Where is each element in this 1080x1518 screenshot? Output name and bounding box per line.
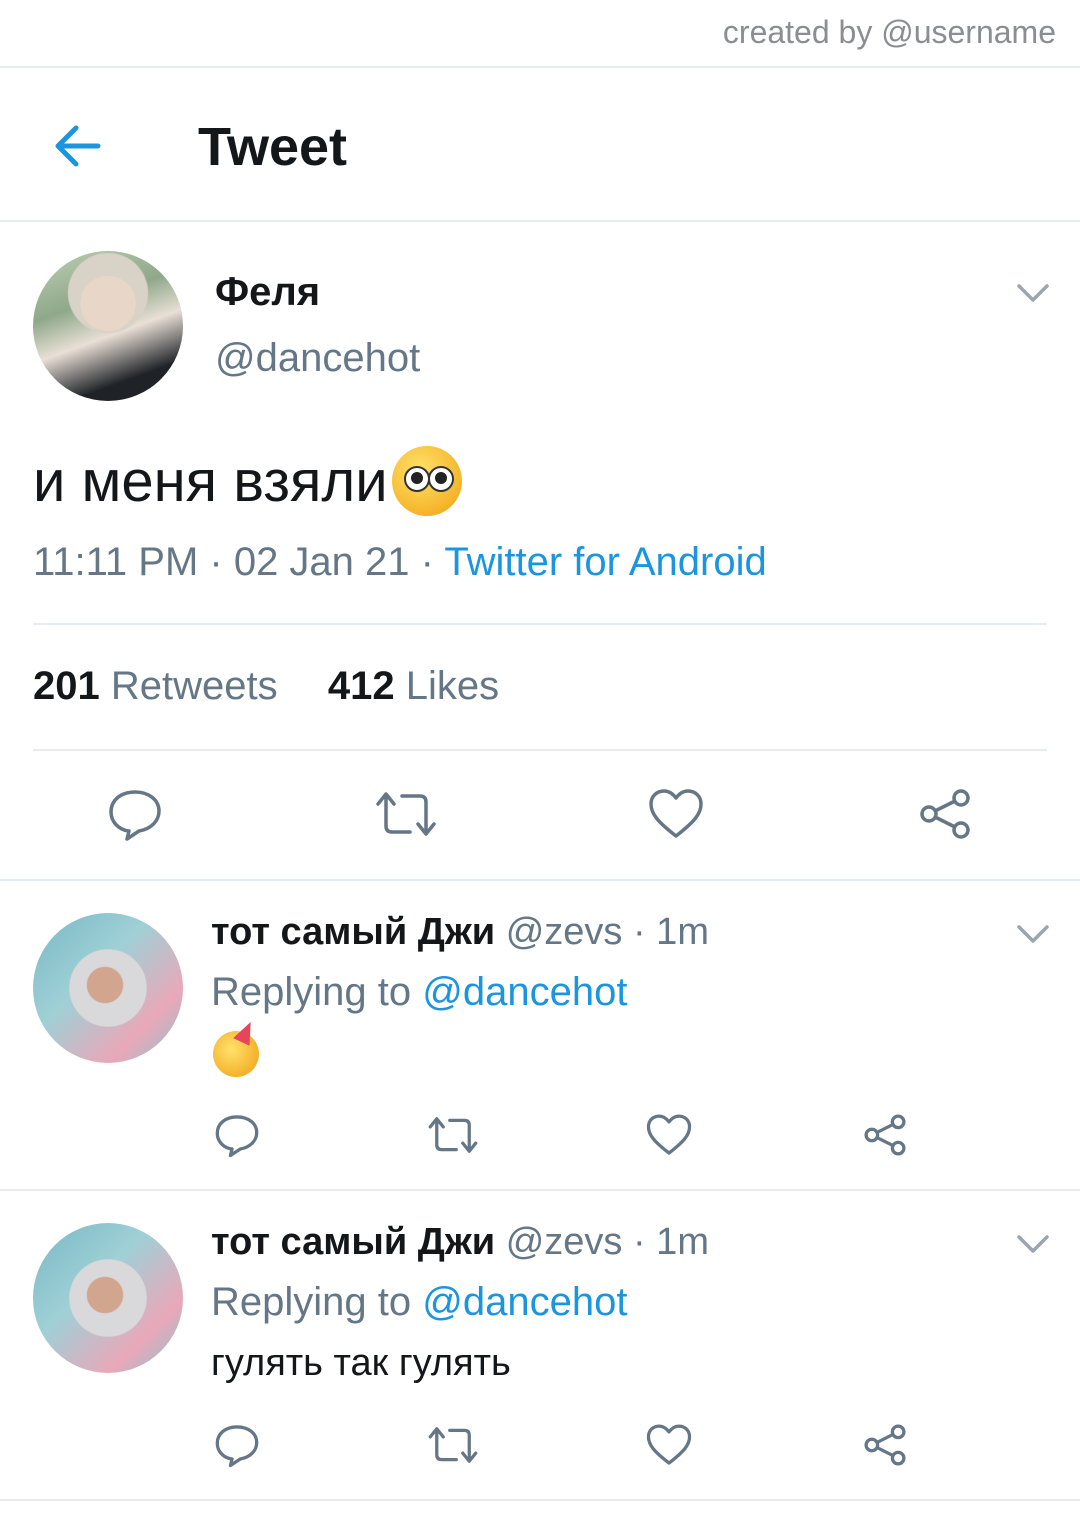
like-button[interactable] <box>646 1422 692 1468</box>
retweet-icon <box>428 1427 478 1463</box>
tweet-source-link[interactable]: Twitter for Android <box>444 540 766 584</box>
retweet-button[interactable] <box>374 786 436 842</box>
retweet-icon <box>428 1117 478 1153</box>
replying-to: Replying to @dancehot <box>211 1280 627 1325</box>
reply-author-name[interactable]: тот самый Джи <box>211 911 495 953</box>
reply-icon <box>215 1115 259 1158</box>
pleading-face-icon <box>391 446 462 516</box>
share-icon <box>864 1114 906 1156</box>
like-button[interactable] <box>648 786 704 842</box>
heart-icon <box>646 1424 692 1465</box>
avatar[interactable] <box>33 1223 183 1373</box>
chevron-down-icon <box>1017 1235 1049 1253</box>
share-button[interactable] <box>862 1112 908 1158</box>
replying-to-link[interactable]: @dancehot <box>422 1280 627 1324</box>
reply-button[interactable] <box>214 1112 260 1158</box>
replying-label: Replying to <box>211 1280 423 1324</box>
share-icon <box>864 1424 906 1466</box>
reply-menu-button[interactable] <box>1015 922 1051 946</box>
like-button[interactable] <box>646 1112 692 1158</box>
reply-text: гулять так гулять <box>211 1342 511 1384</box>
heart-icon <box>646 1114 692 1155</box>
retweet-button[interactable] <box>427 1112 478 1158</box>
reply-icon <box>215 1425 259 1468</box>
tweet-menu-button[interactable] <box>1015 281 1051 305</box>
reply-menu-button[interactable] <box>1015 1232 1051 1256</box>
replying-label: Replying to <box>211 970 423 1014</box>
divider <box>0 879 1080 881</box>
tweet-stats: 201 Retweets 412 Likes <box>33 664 499 709</box>
back-arrow-icon <box>55 125 101 167</box>
tweet-text: и меня взяли <box>33 446 462 516</box>
share-button[interactable] <box>862 1422 908 1468</box>
reply-header: тот самый Джи @zevs · 1m <box>211 1221 709 1264</box>
back-button[interactable] <box>50 118 106 174</box>
divider <box>0 220 1080 222</box>
likes-count: 412 <box>327 664 395 708</box>
avatar[interactable] <box>33 913 183 1063</box>
tweet-timestamp: 11:11 PM · 02 Jan 21 · <box>33 540 445 584</box>
retweet-button[interactable] <box>427 1422 478 1468</box>
author-handle[interactable]: @dancehot <box>215 336 420 381</box>
replying-to: Replying to @dancehot <box>211 970 627 1015</box>
divider <box>0 66 1080 68</box>
likes-stat[interactable]: 412 Likes <box>328 664 499 708</box>
divider <box>33 749 1047 751</box>
avatar[interactable] <box>33 251 183 401</box>
chevron-down-icon <box>1017 925 1049 943</box>
likes-label: Likes <box>405 664 500 708</box>
retweet-icon <box>376 792 436 836</box>
author-name[interactable]: Феля <box>215 270 320 315</box>
reply-button[interactable] <box>214 1422 260 1468</box>
reply-handle-time: @zevs · 1m <box>505 911 709 953</box>
share-icon <box>920 789 970 839</box>
reply-text <box>213 1018 259 1082</box>
retweets-count: 201 <box>33 664 100 708</box>
divider <box>0 1499 1080 1501</box>
divider <box>33 623 1047 625</box>
tweet-body: и меня взяли <box>33 448 388 514</box>
divider <box>0 1189 1080 1191</box>
partying-face-icon <box>213 1018 259 1077</box>
credit-text: created by @username <box>722 14 1056 50</box>
page-title: Tweet <box>198 117 348 177</box>
tweet-meta: 11:11 PM · 02 Jan 21 · Twitter for Andro… <box>33 540 767 585</box>
heart-icon <box>649 789 703 838</box>
reply-author-name[interactable]: тот самый Джи <box>211 1221 495 1263</box>
retweets-stat[interactable]: 201 Retweets <box>33 664 278 708</box>
share-button[interactable] <box>917 786 973 842</box>
replying-to-link[interactable]: @dancehot <box>422 970 627 1014</box>
reply-icon <box>109 790 161 841</box>
reply-handle-time: @zevs · 1m <box>505 1221 709 1263</box>
chevron-down-icon <box>1017 284 1049 302</box>
reply-button[interactable] <box>107 786 163 842</box>
retweets-label: Retweets <box>110 664 278 708</box>
reply-header: тот самый Джи @zevs · 1m <box>211 911 709 954</box>
